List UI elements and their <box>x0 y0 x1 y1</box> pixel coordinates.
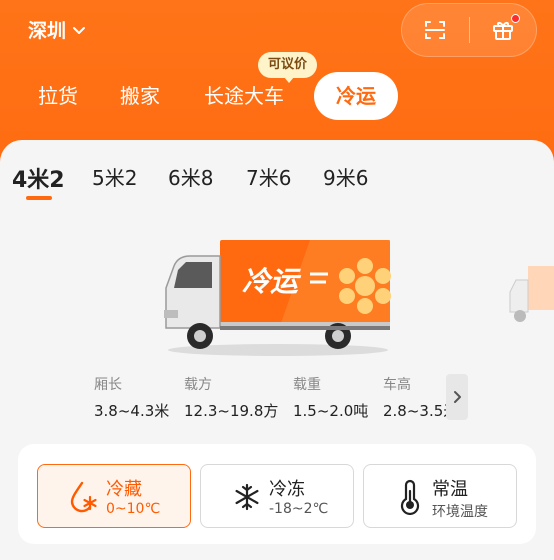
temp-option-frozen[interactable]: 冷冻 -18~2℃ <box>200 464 354 528</box>
scan-icon <box>425 21 446 39</box>
snowflake-icon <box>235 483 259 511</box>
size-tabs: 4米2 5米2 6米8 7米6 9米6 <box>0 162 554 202</box>
gift-button[interactable] <box>470 3 537 57</box>
thermometer-icon <box>400 479 420 515</box>
tab-lengyun[interactable]: 冷运 <box>314 72 398 120</box>
spec-value: 1.5~2.0吨 <box>293 402 369 420</box>
spec-value: 3.8~4.3米 <box>94 402 170 420</box>
spec-value: 12.3~19.8方 <box>184 402 279 420</box>
spec-label: 车高 <box>383 377 411 393</box>
temp-option-refrigerated[interactable]: 冷藏 0~10℃ <box>37 464 191 528</box>
truck-image: 冷运 <box>164 240 391 356</box>
temp-option-title: 常温 <box>432 479 468 500</box>
gift-icon <box>492 22 513 40</box>
spec-label: 厢长 <box>94 377 122 393</box>
temp-option-title: 冷藏 <box>106 479 142 500</box>
city-selector[interactable]: 深圳 <box>28 16 86 43</box>
chevron-down-icon <box>73 26 86 34</box>
size-tab-7m6[interactable]: 7米6 <box>246 162 291 191</box>
notification-dot <box>511 14 521 23</box>
service-tabs: 拉货 搬家 长途大车 冷运 <box>0 70 554 126</box>
vehicle-card: 4米2 5米2 6米8 7米6 9米6 冷运 厢长 3.8~4.3米 载方 12… <box>0 140 554 560</box>
tab-lahuo[interactable]: 拉货 <box>38 70 78 122</box>
spec-item: 载重 1.5~2.0吨 <box>293 374 368 421</box>
temp-option-range: -18~2℃ <box>269 501 329 517</box>
size-tab-6m8[interactable]: 6米8 <box>168 162 213 191</box>
size-tab-4m2[interactable]: 4米2 <box>12 162 65 194</box>
spec-item: 车高 2.8~3.5米 <box>383 374 450 421</box>
temp-option-range: 0~10℃ <box>106 501 161 517</box>
size-tab-indicator <box>26 196 52 200</box>
size-tab-9m6[interactable]: 9米6 <box>323 162 368 191</box>
spec-label: 载方 <box>184 377 212 393</box>
top-actions <box>401 3 537 57</box>
cold-drop-icon <box>70 481 97 513</box>
temperature-options: 冷藏 0~10℃ 冷冻 -18~2℃ 常温 环境温度 <box>18 444 536 544</box>
spec-value: 2.8~3.5米 <box>383 402 450 420</box>
negotiable-badge: 可议价 <box>258 52 318 83</box>
next-truck-preview <box>509 266 554 322</box>
temp-option-range: 环境温度 <box>432 504 488 520</box>
truck-logo: 冷运 <box>242 265 302 298</box>
spec-list: 厢长 3.8~4.3米 载方 12.3~19.8方 载重 1.5~2.0吨 车高… <box>94 374 450 430</box>
temp-option-ambient[interactable]: 常温 环境温度 <box>363 464 517 528</box>
tab-banjia[interactable]: 搬家 <box>120 70 160 122</box>
spec-scroll-button[interactable] <box>446 374 468 420</box>
temp-option-title: 冷冻 <box>269 479 305 500</box>
spec-item: 载方 12.3~19.8方 <box>184 374 278 421</box>
spec-item: 厢长 3.8~4.3米 <box>94 374 169 421</box>
spec-label: 载重 <box>293 377 321 393</box>
size-tab-5m2[interactable]: 5米2 <box>92 162 137 191</box>
city-label: 深圳 <box>28 20 67 42</box>
scan-button[interactable] <box>402 3 469 57</box>
chevron-right-icon <box>454 391 461 403</box>
